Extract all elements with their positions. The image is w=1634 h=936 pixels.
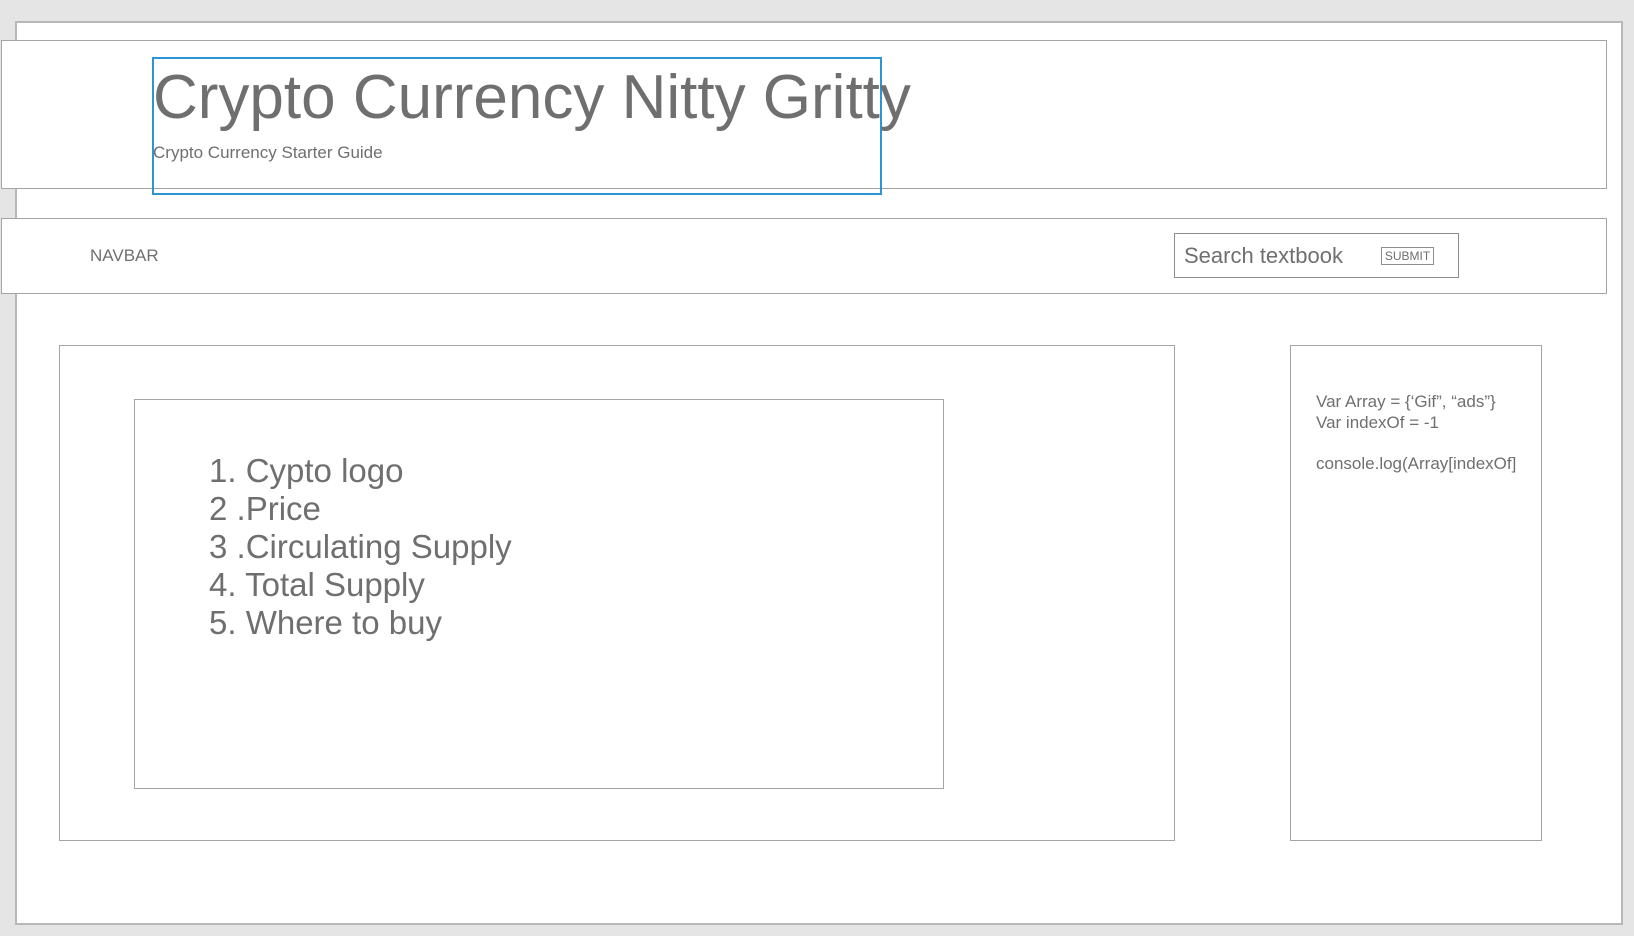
- list-item-price: 2 .Price: [209, 490, 321, 527]
- page-subtitle: Crypto Currency Starter Guide: [153, 143, 383, 162]
- search-textbook-text[interactable]: Search textbook: [1184, 243, 1343, 268]
- code-line-console-log: console.log(Array[indexOf]: [1316, 454, 1517, 473]
- code-line-index: Var indexOf = -1: [1316, 413, 1439, 432]
- list-item-crypto-logo: 1. Cypto logo: [209, 452, 404, 489]
- crypto-feature-list: 1. Cypto logo 2 .Price 3 .Circulating Su…: [209, 452, 512, 642]
- list-item-where-to-buy: 5. Where to buy: [209, 604, 442, 641]
- navbar-label: NAVBAR: [90, 246, 159, 265]
- list-item-circulating-supply: 3 .Circulating Supply: [209, 528, 512, 565]
- submit-button[interactable]: SUBMIT: [1381, 247, 1434, 265]
- code-line-array: Var Array = {‘Gif”, “ads”}: [1316, 392, 1496, 411]
- list-item-total-supply: 4. Total Supply: [209, 566, 425, 603]
- page-title: Crypto Currency Nitty Gritty: [153, 63, 911, 132]
- search-textbook-box[interactable]: Search textbook SUBMIT: [1174, 233, 1459, 278]
